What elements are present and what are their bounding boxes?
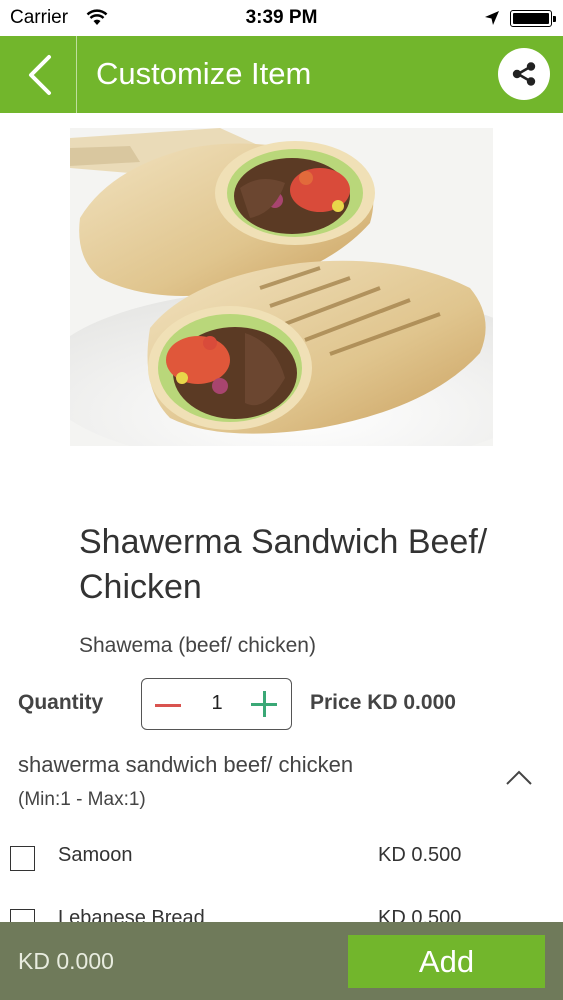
status-bar: Carrier 3:39 PM	[0, 0, 563, 36]
minus-icon	[155, 703, 181, 707]
product-description: Shawema (beef/ chicken)	[79, 634, 316, 657]
price-label: Price KD 0.000	[310, 691, 456, 714]
option-group-title: shawerma sandwich beef/ chicken	[18, 752, 354, 777]
total-price: KD 0.000	[18, 948, 114, 974]
chevron-up-icon	[506, 770, 532, 785]
clock: 3:39 PM	[245, 7, 318, 28]
option-row[interactable]: Samoon KD 0.500	[0, 840, 563, 890]
chevron-left-icon	[28, 54, 51, 95]
collapse-group-button[interactable]	[504, 766, 534, 790]
battery-icon	[510, 10, 556, 27]
quantity-stepper: 1	[141, 678, 292, 730]
quantity-value: 1	[211, 692, 223, 714]
option-label: Samoon	[58, 844, 133, 866]
product-image	[70, 128, 493, 446]
option-checkbox[interactable]	[10, 846, 35, 871]
option-group-constraint: (Min:1 - Max:1)	[18, 789, 146, 810]
navigation-bar: Customize Item	[0, 36, 563, 113]
back-button[interactable]	[0, 36, 77, 113]
product-title: Shawerma Sandwich Beef/ Chicken	[79, 523, 488, 606]
nav-divider	[76, 36, 77, 113]
decrease-quantity-button[interactable]	[142, 679, 194, 731]
option-price: KD 0.500	[378, 844, 462, 866]
location-arrow-icon	[485, 11, 499, 25]
share-icon	[512, 62, 536, 86]
shawarma-wrap-photo	[70, 128, 493, 446]
quantity-label: Quantity	[18, 691, 104, 714]
bottom-bar: KD 0.000 Add	[0, 922, 563, 1000]
increase-quantity-button[interactable]	[239, 679, 291, 731]
share-button[interactable]	[498, 48, 550, 100]
page-title: Customize Item	[96, 56, 312, 91]
add-to-cart-button[interactable]: Add	[348, 935, 545, 988]
